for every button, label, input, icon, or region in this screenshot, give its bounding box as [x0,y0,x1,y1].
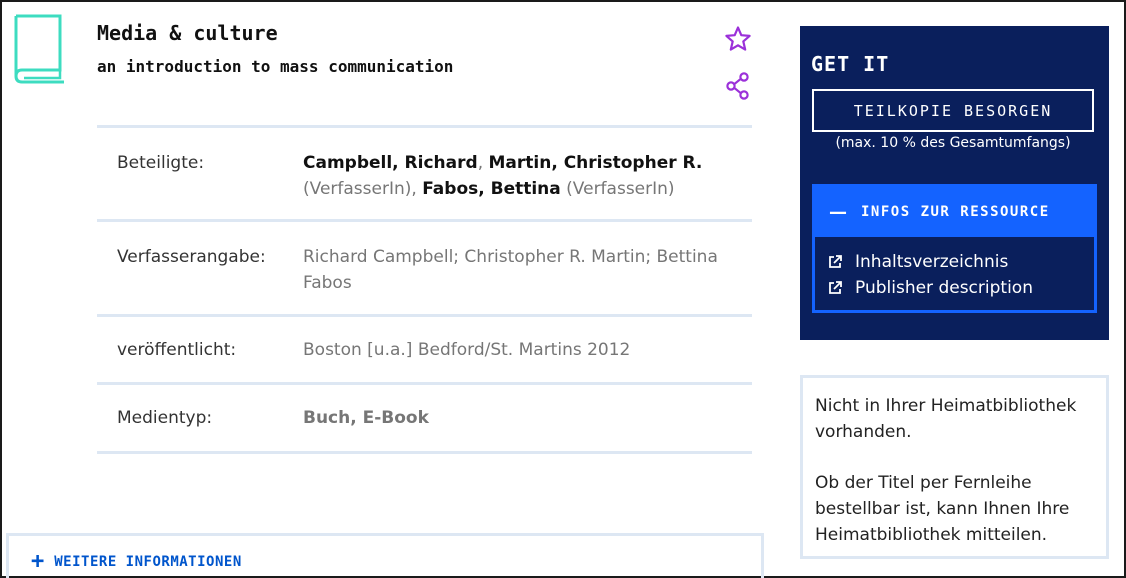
meta-label: Medientyp: [117,408,213,428]
record-title: Media & culture [97,21,278,45]
meta-value: Richard Campbell; Christopher R. Martin;… [303,247,718,293]
get-it-panel: GET IT TEILKOPIE BESORGEN (max. 10 % des… [800,26,1109,340]
availability-notice: Nicht in Ihrer Heimatbibliothek vorhande… [800,375,1109,559]
contributor-role: (VerfasserIn) [560,179,675,199]
meta-label: Verfasserangabe: [117,247,266,267]
link-publisher-description[interactable]: Publisher description [827,275,1094,301]
medientyp-value: Buch, E-Book [303,408,429,428]
external-link-icon [829,255,842,268]
teilkopie-button[interactable]: TEILKOPIE BESORGEN [812,89,1094,132]
contributors-value: Campbell, Richard, Martin, Christopher R… [303,150,752,219]
record-subtitle: an introduction to mass communication [97,57,454,76]
more-info-toggle[interactable]: + WEITERE INFORMATIONEN [31,549,242,574]
meta-label: veröffentlicht: [117,340,237,360]
meta-value: Boston [u.a.] Bedford/St. Martins 2012 [303,340,631,360]
contributor-separator: , [411,179,423,199]
more-info-label: WEITERE INFORMATIONEN [54,554,242,570]
teilkopie-note: (max. 10 % des Gesamtumfangs) [835,135,1071,151]
contributor-name[interactable]: Martin, Christopher R. [489,153,703,173]
infos-label: INFOS ZUR RESSOURCE [861,204,1050,220]
link-label: Inhaltsverzeichnis [855,252,1009,272]
infos-toggle[interactable]: — INFOS ZUR RESSOURCE [815,187,1094,237]
plus-icon: + [31,549,45,574]
link-label: Publisher description [855,278,1033,298]
notice-text: Nicht in Ihrer Heimatbibliothek vorhande… [815,396,1077,442]
share-icon[interactable] [725,72,751,100]
contributor-name[interactable]: Campbell, Richard [303,153,478,173]
star-icon[interactable] [724,25,752,53]
meta-label: Beteiligte: [117,153,205,173]
external-link-icon [829,281,842,294]
book-icon [14,14,64,84]
meta-row-veroeffentlicht: veröffentlicht: Boston [u.a.] Bedford/St… [97,317,752,385]
infos-links: Inhaltsverzeichnis Publisher description [815,237,1094,301]
contributor-role: (VerfasserIn) [303,179,412,199]
contributor-name[interactable]: Fabos, Bettina [422,179,561,199]
infos-panel: — INFOS ZUR RESSOURCE Inhaltsverzeichnis… [812,184,1097,313]
more-info-panel: + WEITERE INFORMATIONEN [6,533,764,578]
contributor-separator: , [477,153,489,173]
link-inhaltsverzeichnis[interactable]: Inhaltsverzeichnis [827,249,1094,275]
get-it-title: GET IT [811,52,890,76]
notice-text: Ob der Titel per Fernleihe bestellbar is… [815,473,1070,545]
minus-icon: — [829,201,847,223]
meta-value-wrapper: Buch, E-Book [303,405,752,451]
meta-row-verfasserangabe: Verfasserangabe: Richard Campbell; Chris… [97,222,752,317]
meta-row-medientyp: Medientyp: Buch, E-Book [97,385,752,454]
meta-row-beteiligte: Beteiligte: Campbell, Richard, Martin, C… [97,128,752,222]
metadata-table: Beteiligte: Campbell, Richard, Martin, C… [97,125,752,454]
